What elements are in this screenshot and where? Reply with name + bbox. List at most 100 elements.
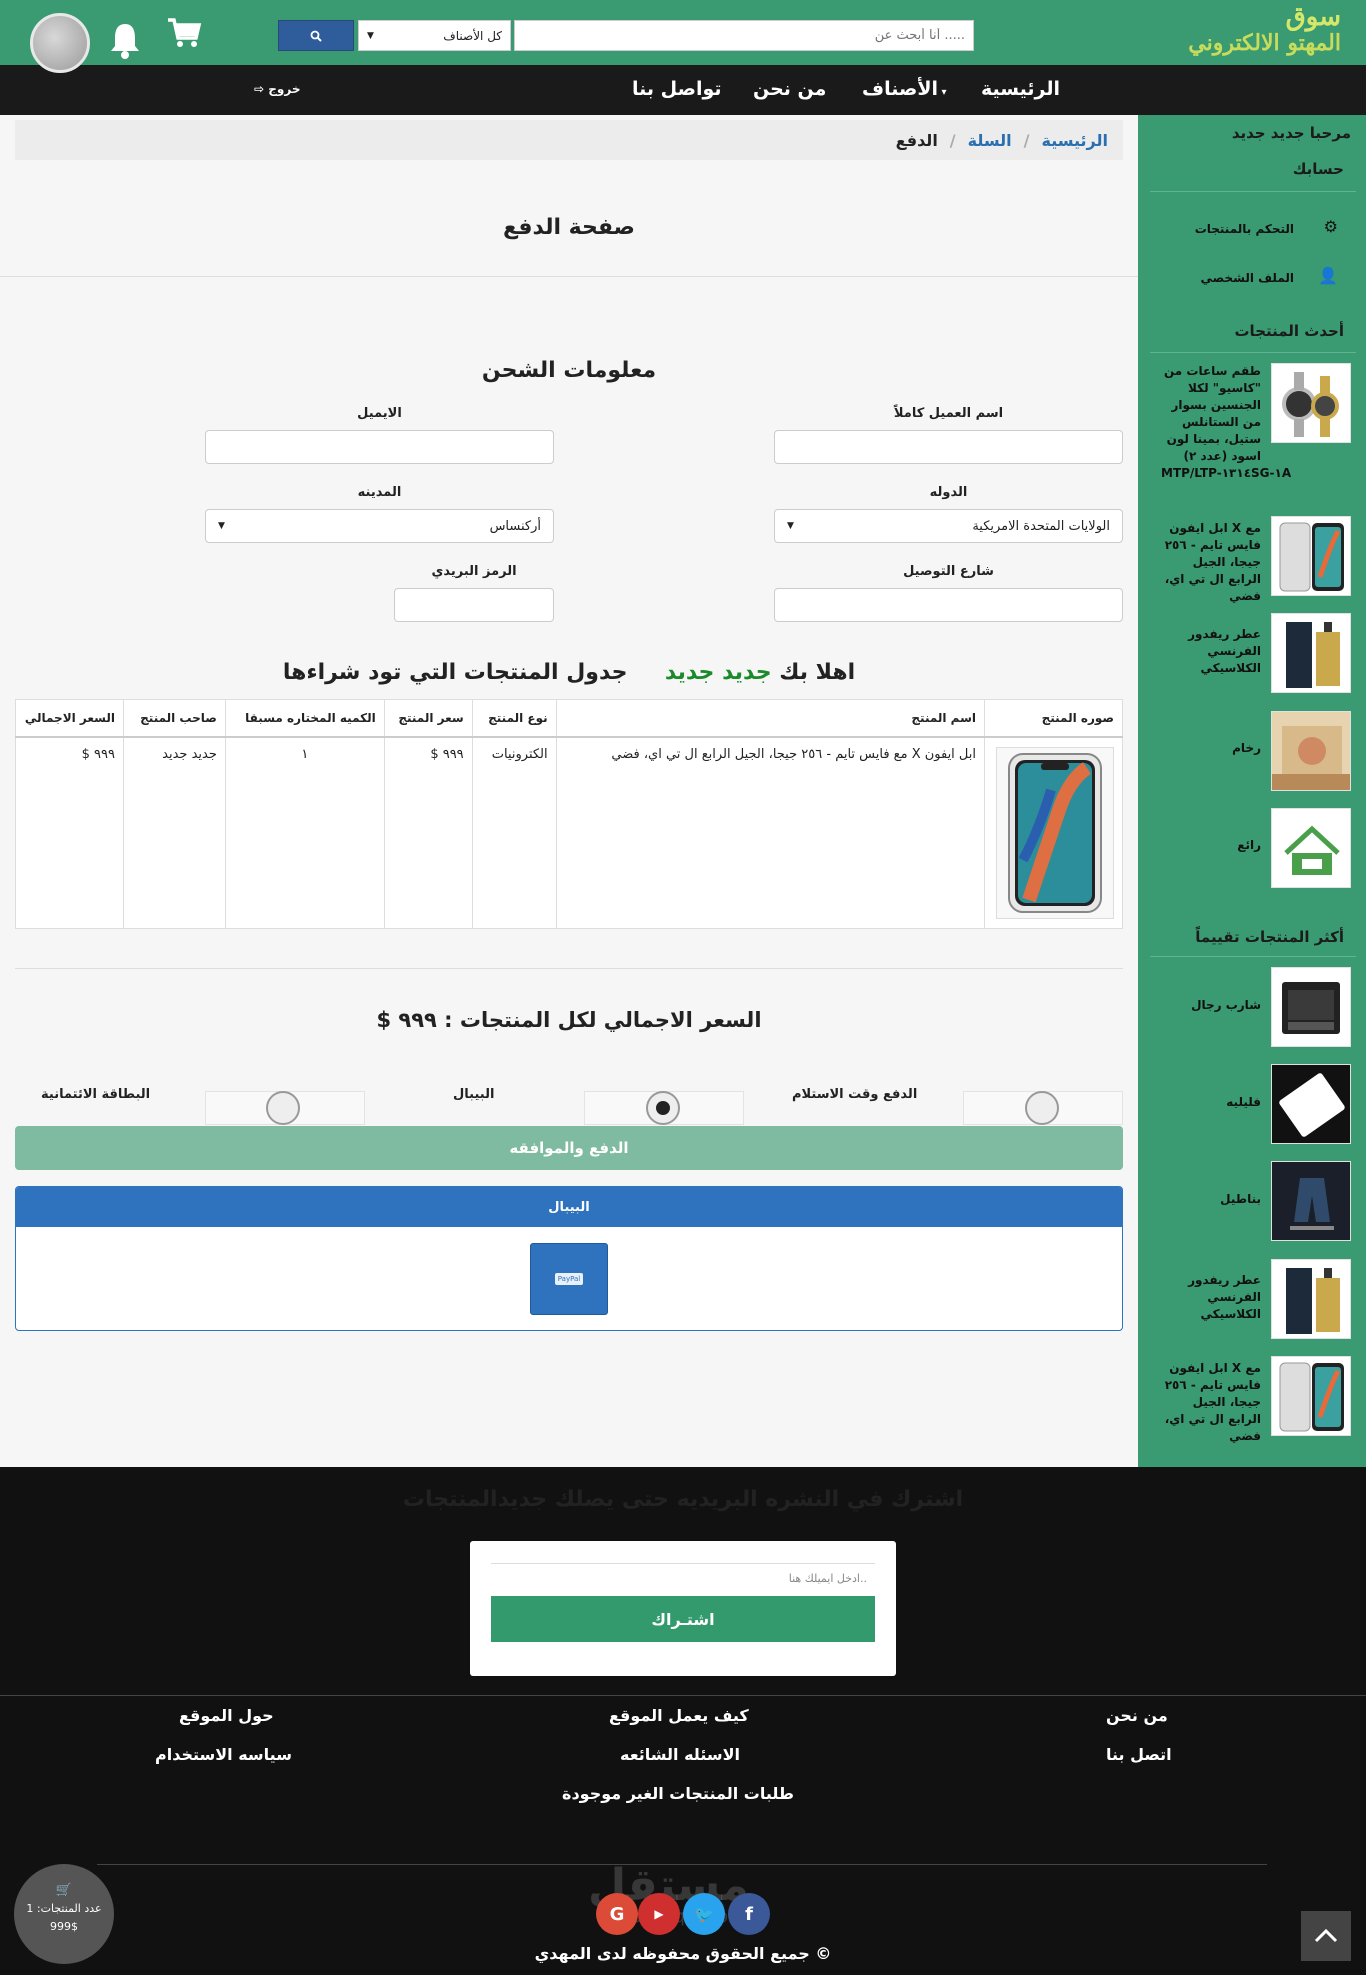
footer-link-about-site[interactable]: حول الموقع: [179, 1706, 274, 1725]
latest-product-name[interactable]: عطر ريفدور الفرنسي الكلاسيكي: [1161, 626, 1261, 677]
search-button[interactable]: [278, 20, 354, 51]
nav-about[interactable]: من نحن: [753, 78, 826, 100]
payment-radio-paypal[interactable]: [646, 1091, 680, 1125]
footer-link-requests[interactable]: طلبات المنتجات الغير موجودة: [562, 1784, 794, 1803]
twitter-icon[interactable]: 🐦: [683, 1893, 725, 1935]
nav-categories-label: الأصناف: [862, 78, 938, 100]
zip-field[interactable]: [394, 588, 554, 622]
footer-link-terms[interactable]: سياسه الاستخدام: [155, 1745, 292, 1764]
top-rated-thumb-case[interactable]: [1271, 967, 1351, 1047]
product-image-cell: [984, 736, 1123, 929]
nav-contact[interactable]: تواصل بنا: [632, 78, 722, 100]
avatar[interactable]: [30, 13, 90, 73]
welcome-prefix: اهلا بك: [779, 660, 856, 685]
city-select-value: أركنساس: [489, 518, 541, 534]
paypal-button[interactable]: PayPal: [530, 1243, 608, 1315]
street-field[interactable]: [774, 588, 1123, 622]
top-rated-name[interactable]: عطر ريفدور الفرنسي الكلاسيكي: [1161, 1272, 1261, 1323]
sidebar-item-products-control[interactable]: التحكم بالمنتجات: [1195, 222, 1294, 236]
col-total: السعر الاجمالي: [15, 699, 124, 738]
divider: [0, 276, 1138, 277]
chevron-down-icon: ▼: [218, 521, 225, 531]
nav-home[interactable]: الرئيسية: [981, 78, 1060, 100]
cart-icon: 🛒: [55, 1883, 73, 1898]
top-rated-name[interactable]: بناطيل: [1161, 1191, 1261, 1208]
top-rated-title: أكثر المنتجات تقييماً: [1195, 928, 1344, 946]
site-logo[interactable]: سوق المهتو الالكتروني: [1156, 4, 1341, 60]
top-rated-thumb-pants[interactable]: [1271, 1161, 1351, 1241]
latest-product-name[interactable]: طقم ساعات من "كاسيو" لكلا الجنسين بسوار …: [1161, 363, 1291, 482]
cart-total: 999$: [50, 1920, 78, 1933]
newsletter-email-input[interactable]: ادخل ايميلك هنا..: [491, 1563, 875, 1589]
latest-product-thumb-marble[interactable]: [1271, 711, 1351, 791]
top-rated-name[interactable]: شارب رجال: [1161, 997, 1261, 1014]
city-label: المدينه: [357, 485, 402, 500]
paypal-logo-icon: PayPal: [554, 1273, 584, 1285]
category-select-value: كل الأصناف: [443, 28, 502, 43]
search-icon: [310, 30, 322, 42]
top-rated-name[interactable]: فليليه: [1161, 1094, 1261, 1111]
logout-link[interactable]: ⇨ خروج: [254, 82, 300, 96]
customer-name-field[interactable]: [774, 430, 1123, 464]
product-image: [996, 746, 1114, 919]
paypal-panel-title: البيبال: [16, 1187, 1122, 1227]
cart-icon[interactable]: [166, 16, 202, 50]
footer-link-about[interactable]: من نحن: [1106, 1706, 1168, 1725]
logo-line2: المهتو الالكتروني: [1188, 30, 1341, 56]
payment-label-card: البطاقة الائتمانية: [41, 1087, 151, 1102]
floating-cart-widget[interactable]: 🛒 عدد المنتجات: 1 999$: [14, 1864, 114, 1964]
nav-categories[interactable]: الأصناف ▾: [862, 78, 947, 100]
latest-product-thumb-iphone[interactable]: [1271, 516, 1351, 596]
footer-link-contact[interactable]: اتصل بنا: [1106, 1745, 1172, 1764]
top-rated-name[interactable]: ابل ايفون X مع فايس تايم - ٢٥٦ جيجا، الج…: [1161, 1360, 1261, 1445]
breadcrumb-home[interactable]: الرئيسية: [1042, 131, 1109, 150]
copyright: جميع الحقوق محفوظه لدى المهدي ©: [534, 1944, 832, 1963]
top-rated-thumb-perfume[interactable]: [1271, 1259, 1351, 1339]
latest-product-name[interactable]: رائع: [1161, 837, 1261, 854]
city-select[interactable]: أركنساس ▼: [205, 509, 554, 543]
product-type-cell: الكترونيات: [471, 736, 557, 929]
pay-and-agree-button[interactable]: الدفع والموافقه: [15, 1126, 1123, 1170]
payment-radio-cod[interactable]: [1025, 1091, 1059, 1125]
breadcrumb-cart[interactable]: السلة: [968, 131, 1012, 150]
country-select[interactable]: الولايات المتحدة الامريكية ▼: [774, 509, 1123, 543]
top-rated-thumb-tablet[interactable]: [1271, 1064, 1351, 1144]
category-select[interactable]: كل الأصناف ▼: [358, 20, 511, 51]
back-to-top-button[interactable]: [1301, 1911, 1351, 1961]
latest-product-thumb-logo[interactable]: [1271, 808, 1351, 888]
footer-link-how[interactable]: كيف يعمل الموقع: [609, 1706, 749, 1725]
paypal-panel: البيبال PayPal: [15, 1186, 1123, 1331]
logout-label: خروج: [268, 82, 301, 96]
payment-radio-card[interactable]: [266, 1091, 300, 1125]
latest-product-thumb-perfume[interactable]: [1271, 613, 1351, 693]
top-rated-thumb-iphone[interactable]: [1271, 1356, 1351, 1436]
footer-link-faq[interactable]: الاسئله الشائعه: [620, 1745, 740, 1764]
col-price: سعر المنتج: [383, 699, 473, 738]
latest-product-thumb-watches[interactable]: [1271, 363, 1351, 443]
latest-product-name[interactable]: ابل ايفون X مع فايس تايم - ٢٥٦ جيجا، الج…: [1161, 520, 1261, 605]
page-title: صفحة الدفع: [503, 215, 635, 240]
latest-product-name[interactable]: رخام: [1161, 740, 1261, 757]
logo-line1: سوق: [1285, 2, 1341, 32]
bell-icon[interactable]: [108, 20, 142, 60]
divider: [1150, 352, 1356, 353]
street-label: شارع التوصيل: [903, 564, 994, 579]
divider: [1150, 191, 1356, 192]
youtube-icon[interactable]: ▶: [638, 1893, 680, 1935]
search-input[interactable]: [514, 20, 974, 51]
newsletter-title: اشترك في النشره البريديه حتى يصلك جديدال…: [402, 1487, 964, 1512]
product-total-cell: ٩٩٩ $: [15, 736, 124, 929]
welcome-user: جديد جديد: [664, 660, 772, 685]
table-header-row: صوره المنتج اسم المنتج نوع المنتج سعر ال…: [15, 699, 1123, 738]
divider: [15, 968, 1123, 969]
sidebar-item-profile[interactable]: الملف الشخصي: [1201, 271, 1294, 285]
subscribe-button[interactable]: اشتـراك: [491, 1596, 875, 1642]
zip-label: الرمز البريدي: [431, 564, 517, 579]
table-row: ابل ايفون X مع فايس تايم - ٢٥٦ جيجا، الج…: [15, 736, 1123, 929]
product-price-cell: ٩٩٩ $: [383, 736, 473, 929]
google-icon[interactable]: G: [596, 1893, 638, 1935]
email-label: الايميل: [357, 406, 402, 421]
facebook-icon[interactable]: f: [728, 1893, 770, 1935]
logout-icon: ⇨: [254, 82, 265, 96]
email-field[interactable]: [205, 430, 554, 464]
